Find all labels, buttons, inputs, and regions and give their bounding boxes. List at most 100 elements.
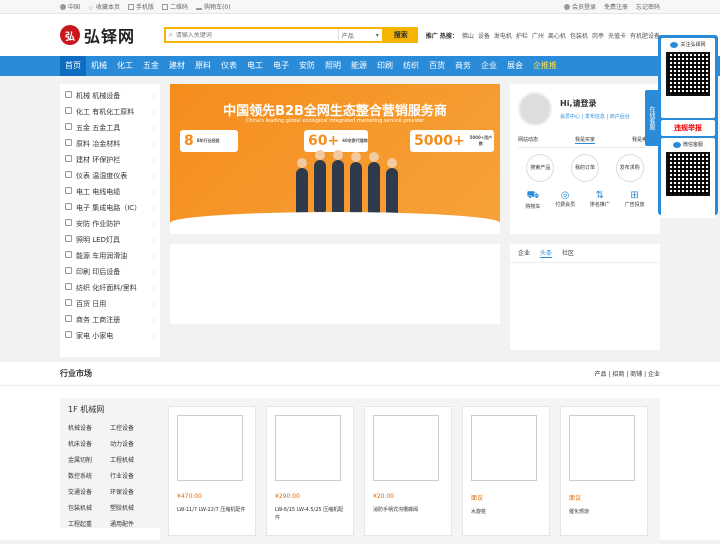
mobile-link[interactable]: 手机版 [128, 2, 154, 11]
category-item[interactable]: 五金 五金工具 › [60, 120, 160, 136]
hot-item[interactable]: 离心机 [548, 31, 566, 40]
login-link[interactable]: 会员登录 [563, 2, 596, 11]
market-tabs[interactable]: 产品 | 招商 | 商铺 | 企业 [594, 369, 660, 378]
floor-link[interactable]: 数控系统 [68, 471, 110, 480]
product-card[interactable]: 面议 催化燃烧 [560, 406, 648, 536]
tab-company[interactable]: 企业 [518, 248, 530, 258]
floor-link[interactable]: 机械设备 [68, 423, 110, 432]
product-card[interactable]: ¥20.00 消防手柄式沟槽蝶阀 [364, 406, 452, 536]
chevron-right-icon: › [152, 332, 155, 340]
nav-item[interactable]: 纺织 [398, 56, 424, 76]
category-item[interactable]: 百货 日用 › [60, 296, 160, 312]
nav-item[interactable]: 商务 [450, 56, 476, 76]
favorite-link[interactable]: ☆ 收藏本页 [88, 2, 120, 12]
search-products-button[interactable]: 搜索产品 [526, 154, 555, 182]
nav-item[interactable]: 仪表 [216, 56, 242, 76]
nav-item[interactable]: 电子 [268, 56, 294, 76]
product-card[interactable]: ¥470.00 LW-11/7 LW-22/7 压缩机配件 [168, 406, 256, 536]
hot-item[interactable]: 包装机 [570, 31, 588, 40]
greeting[interactable]: Hi,请登录 [560, 98, 630, 109]
category-item[interactable]: 电子 集成电路（IC） › [60, 200, 160, 216]
user-links[interactable]: 会员中心 | 发布信息 | 商户后台 [560, 113, 630, 120]
category-item[interactable]: 电工 电线电缆 › [60, 184, 160, 200]
ranking-shortcut[interactable]: ⇅ 排名推广 [590, 190, 610, 210]
hot-item[interactable]: 有机肥设备 [630, 31, 660, 40]
category-icon [65, 219, 72, 226]
cart-shortcut[interactable]: ⛟ 购物车 [525, 190, 540, 210]
category-item[interactable]: 机械 机械设备 › [60, 88, 160, 104]
ads-shortcut[interactable]: ⊞ 广告投放 [625, 190, 645, 210]
category-item[interactable]: 商务 工商注册 › [60, 312, 160, 328]
nav-item[interactable]: 五金 [138, 56, 164, 76]
floor-link[interactable]: 金属切削 [68, 455, 110, 464]
qrcode-link[interactable]: 二维码 [162, 2, 188, 11]
vip-shortcut[interactable]: ◎ 付费会员 [555, 190, 575, 210]
hot-item[interactable]: 充值卡 [608, 31, 626, 40]
cart-link[interactable]: 购物车(0) [196, 2, 231, 11]
nav-item[interactable]: 化工 [112, 56, 138, 76]
floor-link[interactable]: 包装机械 [68, 503, 110, 512]
nav-item[interactable]: 企业 [476, 56, 502, 76]
floor-link[interactable]: 行业设备 [110, 471, 152, 480]
category-item[interactable]: 能源 车用润滑油 › [60, 248, 160, 264]
nav-item[interactable]: 机械 [86, 56, 112, 76]
hot-item[interactable]: 广州 [532, 31, 544, 40]
product-price: 面议 [471, 495, 484, 502]
hot-item[interactable]: 发电机 [494, 31, 512, 40]
search-button[interactable]: 搜索 [383, 27, 418, 43]
tab-community[interactable]: 社区 [562, 248, 574, 258]
floor-link[interactable]: 动力设备 [110, 439, 152, 448]
forgot-password-link[interactable]: 忘记密码 [636, 2, 660, 11]
search-input[interactable] [175, 31, 338, 39]
hot-item[interactable]: 护栏 [516, 31, 528, 40]
floor-link[interactable]: 环保设备 [110, 487, 152, 496]
post-request-button[interactable]: 发布求购 [615, 154, 644, 182]
chevron-right-icon: › [152, 124, 155, 132]
floor-link[interactable]: 工程起重 [68, 519, 110, 528]
floor-link[interactable]: 工程机械 [110, 455, 152, 464]
region-link[interactable]: 中国 [60, 2, 80, 11]
online-service-tab[interactable]: 在线客服 [645, 90, 658, 146]
tab-buyer[interactable]: 我是买家 [574, 136, 595, 144]
report-button[interactable]: 违规举报 [661, 120, 715, 136]
product-card[interactable]: 面议 水旋桩 [462, 406, 550, 536]
floor-link[interactable]: 工控设备 [110, 423, 152, 432]
category-item[interactable]: 化工 有机化工原料 › [60, 104, 160, 120]
nav-item[interactable]: 能源 [346, 56, 372, 76]
nav-item[interactable]: 原料 [190, 56, 216, 76]
nav-item-promo[interactable]: 企推推 [528, 56, 562, 76]
category-item[interactable]: 印刷 印后设备 › [60, 264, 160, 280]
category-item[interactable]: 家电 小家电 › [60, 328, 160, 344]
my-orders-button[interactable]: 我的订单 [570, 154, 599, 182]
category-item[interactable]: 原料 冶金材料 › [60, 136, 160, 152]
category-item[interactable]: 建材 环保护栏 › [60, 152, 160, 168]
search-scope-select[interactable]: 产品 ▾ [337, 29, 382, 41]
promo-banner[interactable]: 中国领先B2B全网生态整合营销服务商 China's leading globa… [170, 84, 500, 234]
floor-link[interactable]: 通用配件 [110, 519, 152, 528]
logo-mark: 弘 [60, 25, 80, 45]
nav-home[interactable]: 首页 [60, 56, 86, 76]
hot-item[interactable]: 岗亭 [592, 31, 604, 40]
tab-site-news[interactable]: 网站动态 [518, 136, 538, 144]
nav-item[interactable]: 安防 [294, 56, 320, 76]
floor-link[interactable]: 机床设备 [68, 439, 110, 448]
category-item[interactable]: 安防 作业防护 › [60, 216, 160, 232]
category-item[interactable]: 仪表 温湿度仪表 › [60, 168, 160, 184]
nav-item[interactable]: 电工 [242, 56, 268, 76]
nav-item[interactable]: 展会 [502, 56, 528, 76]
qrcode-image [666, 52, 710, 96]
floor-link[interactable]: 塑胶机械 [110, 503, 152, 512]
nav-item[interactable]: 百货 [424, 56, 450, 76]
site-logo[interactable]: 弘 弘铎网 [60, 23, 154, 47]
hot-item[interactable]: 设备 [478, 31, 490, 40]
category-item[interactable]: 纺织 化纤面料/里料 › [60, 280, 160, 296]
category-item[interactable]: 照明 LED灯具 › [60, 232, 160, 248]
hot-item[interactable]: 佛山 [462, 31, 474, 40]
register-link[interactable]: 免费注册 [604, 2, 628, 11]
tab-headlines[interactable]: 头条 [540, 248, 553, 258]
nav-item[interactable]: 照明 [320, 56, 346, 76]
nav-item[interactable]: 建材 [164, 56, 190, 76]
product-card[interactable]: ¥290.00 LW-6/15 LW-4.5/25 压缩机配件 [266, 406, 354, 536]
nav-item[interactable]: 印刷 [372, 56, 398, 76]
floor-link[interactable]: 交通设备 [68, 487, 110, 496]
